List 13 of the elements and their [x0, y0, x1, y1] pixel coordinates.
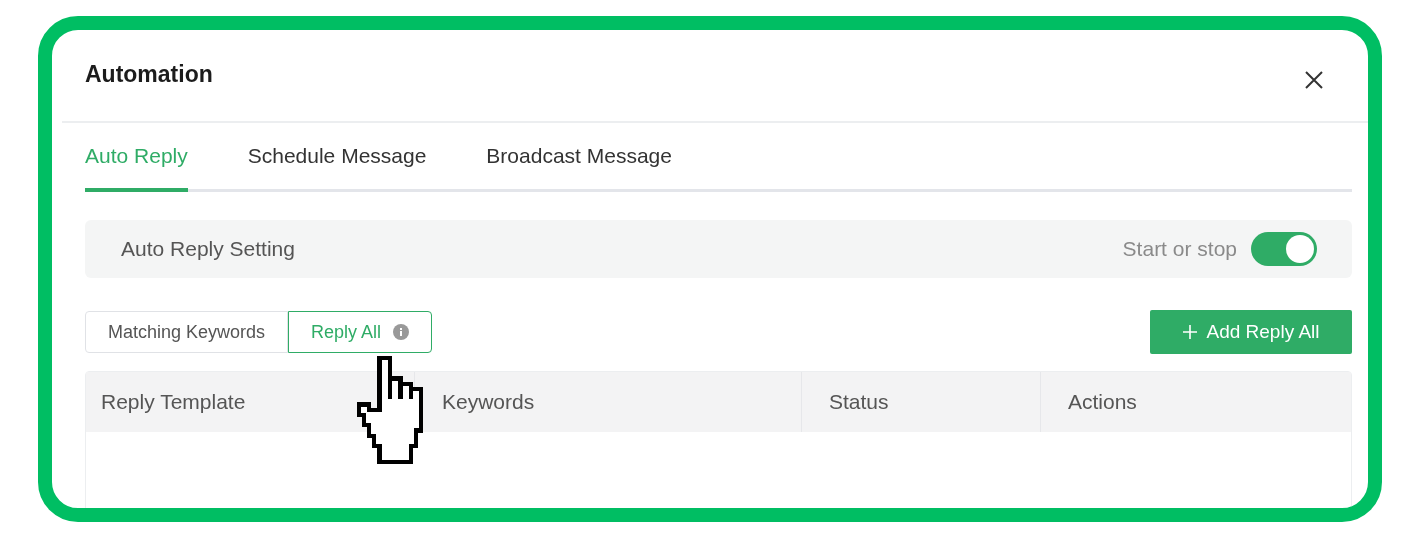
toggle-switch[interactable] [1251, 232, 1317, 266]
column-header: Reply Template [100, 389, 247, 415]
info-icon[interactable] [393, 324, 410, 340]
dialog-title: Automation [85, 61, 213, 88]
setting-label: Auto Reply Setting [121, 237, 295, 261]
close-icon[interactable] [1304, 69, 1324, 90]
tab[interactable]: Broadcast Message [486, 123, 672, 192]
tab[interactable]: Schedule Message [247, 123, 427, 192]
toggle-label: Start or stop [1122, 237, 1237, 261]
plus-icon [1182, 324, 1199, 340]
column-header: Actions [1040, 372, 1351, 432]
segment-tab[interactable]: Matching Keywords [85, 311, 289, 353]
column-header: Status [801, 372, 1040, 432]
